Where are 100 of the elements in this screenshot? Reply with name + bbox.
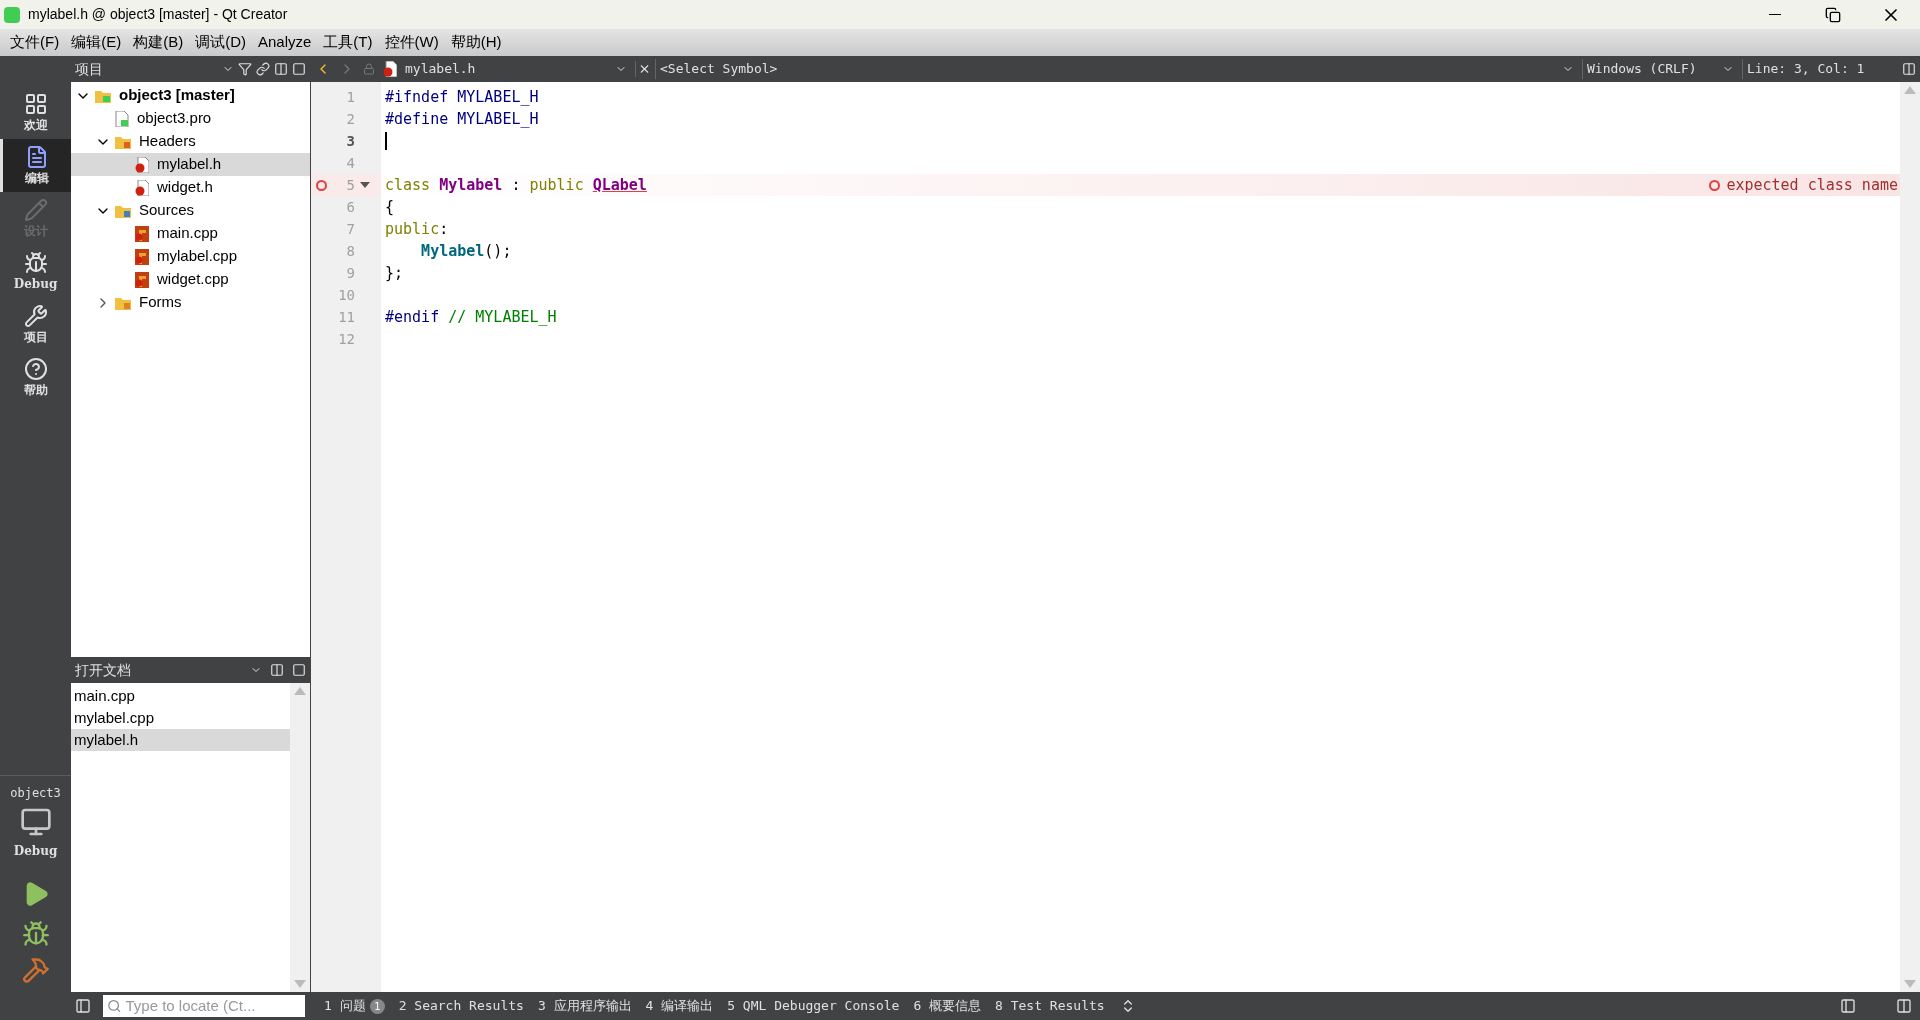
mode-button[interactable]: 帮助 [0, 351, 71, 404]
menu-item[interactable]: 调试(D) [189, 31, 252, 54]
line-ending-selector[interactable]: Windows (CRLF) [1582, 59, 1722, 79]
error-annotation: expected class name [1726, 174, 1898, 196]
menu-item[interactable]: 帮助(H) [444, 31, 508, 54]
line-number: 10 [337, 285, 355, 305]
menu-item[interactable]: Analyze [252, 31, 318, 54]
menu-item[interactable]: 工具(T) [317, 31, 379, 54]
minimize-icon [1769, 14, 1781, 15]
tree-label: mylabel.h [157, 154, 222, 175]
open-document[interactable]: mylabel.h [71, 729, 290, 751]
menu-item[interactable]: 构建(B) [127, 31, 190, 54]
file-icon [135, 225, 149, 242]
code-line: #define MYLABEL_H [385, 108, 539, 130]
output-tab[interactable]: 3 应用程序输出 [530, 996, 639, 1016]
tree-item[interactable]: object3 [master] [71, 84, 310, 107]
output-tab[interactable]: 5 QML Debugger Console [720, 996, 907, 1016]
open-document[interactable]: mylabel.cpp [71, 707, 290, 729]
menu-item[interactable]: 控件(W) [378, 31, 445, 54]
link-icon[interactable] [256, 62, 270, 76]
panel-toggle-icon[interactable] [1896, 998, 1912, 1014]
folder-icon [95, 88, 111, 103]
output-tab[interactable]: 8 Test Results [988, 996, 1112, 1016]
filter-icon[interactable] [238, 62, 252, 76]
folder-icon [115, 134, 131, 149]
tree-label: Headers [139, 131, 196, 152]
panel-title: 项目 [75, 59, 104, 79]
file-icon [115, 110, 129, 127]
split-icon[interactable] [1902, 62, 1916, 76]
folder-icon [115, 203, 131, 218]
tree-item[interactable]: Headers [71, 130, 310, 153]
line-number: 12 [337, 329, 355, 349]
code-line: { [385, 196, 395, 218]
tree-item[interactable]: widget.h [71, 176, 310, 199]
app-icon [4, 6, 20, 23]
mode-button[interactable]: 编辑 [0, 139, 71, 192]
scrollbar[interactable] [290, 683, 310, 992]
tree-label: object3 [master] [119, 85, 235, 106]
close-icon[interactable] [635, 61, 651, 77]
mode-button[interactable]: 项目 [0, 298, 71, 351]
output-tab[interactable]: 1 问题 1 [317, 996, 392, 1016]
tree-item[interactable]: Sources [71, 199, 310, 222]
line-number: 6 [345, 197, 355, 217]
grid-icon [23, 91, 48, 116]
output-tab[interactable]: 6 概要信息 [906, 996, 989, 1016]
bug-icon [23, 250, 48, 275]
tree-item[interactable]: object3.pro [71, 107, 310, 130]
open-document[interactable]: main.cpp [71, 685, 290, 707]
tree-item[interactable]: main.cpp [71, 222, 310, 245]
line-number: 11 [337, 307, 355, 327]
restore-icon [1825, 6, 1841, 23]
file-icon [383, 61, 397, 77]
tree-label: Sources [139, 200, 195, 221]
code-line: }; [385, 262, 404, 284]
monitor-icon[interactable] [19, 806, 52, 838]
line-number: 9 [345, 263, 355, 283]
tree-item[interactable]: Forms [71, 291, 310, 314]
split-icon[interactable] [274, 62, 288, 76]
tree-item[interactable]: widget.cpp [71, 268, 310, 291]
code-editor[interactable]: #ifndef MYLABEL_H #define MYLABEL_H class Mylabel : public QLabel expected class name { public: Mylabel(); }; #endif // MYLABEL_H [381, 82, 1900, 992]
output-tab[interactable]: 4 编译输出 [638, 996, 721, 1016]
folder-icon [115, 295, 131, 310]
menu-item[interactable]: 文件(F) [4, 31, 66, 54]
split-icon[interactable] [270, 663, 284, 677]
tree-label: widget.cpp [157, 269, 229, 290]
tree-item[interactable]: mylabel.h [71, 153, 310, 176]
locator-field[interactable]: Type to locate (Ct... [103, 995, 305, 1017]
window-title: mylabel.h @ object3 [master] - Qt Creator [28, 5, 288, 24]
panel-title: 打开文档 [75, 660, 132, 680]
line-number: 8 [345, 241, 355, 261]
target-config: Debug [13, 843, 58, 860]
error-marker-icon [315, 179, 327, 191]
code-line: public: [385, 218, 449, 240]
line-number: 7 [345, 219, 355, 239]
close-panel-icon[interactable] [292, 663, 306, 677]
file-icon [135, 179, 149, 196]
wrench-icon [23, 303, 48, 328]
symbol-selector[interactable]: <Select Symbol> [655, 59, 778, 79]
line-number: 1 [345, 87, 355, 107]
menu-item[interactable]: 编辑(E) [65, 31, 128, 54]
hammer-icon[interactable] [21, 956, 50, 984]
output-tab[interactable]: 2 Search Results [391, 996, 531, 1016]
output-toggle-icon[interactable] [1840, 998, 1856, 1014]
text-cursor [385, 132, 387, 150]
debug-run-icon[interactable] [21, 920, 50, 948]
scrollbar[interactable] [1900, 82, 1920, 992]
line-number: 2 [345, 109, 355, 129]
tree-label: widget.h [157, 177, 213, 198]
file-selector[interactable]: mylabel.h [405, 59, 615, 79]
mode-button[interactable]: Debug [0, 245, 71, 298]
sidebar-toggle-icon[interactable] [75, 998, 91, 1014]
target-project: object3 [10, 785, 61, 802]
pencil-icon [23, 197, 48, 222]
file-icon [135, 271, 149, 288]
file-icon [135, 248, 149, 265]
document-icon [25, 144, 49, 169]
close-panel-icon[interactable] [292, 62, 306, 76]
fold-icon[interactable] [360, 182, 370, 188]
tree-item[interactable]: mylabel.cpp [71, 245, 310, 268]
mode-button[interactable]: 欢迎 [0, 86, 71, 139]
